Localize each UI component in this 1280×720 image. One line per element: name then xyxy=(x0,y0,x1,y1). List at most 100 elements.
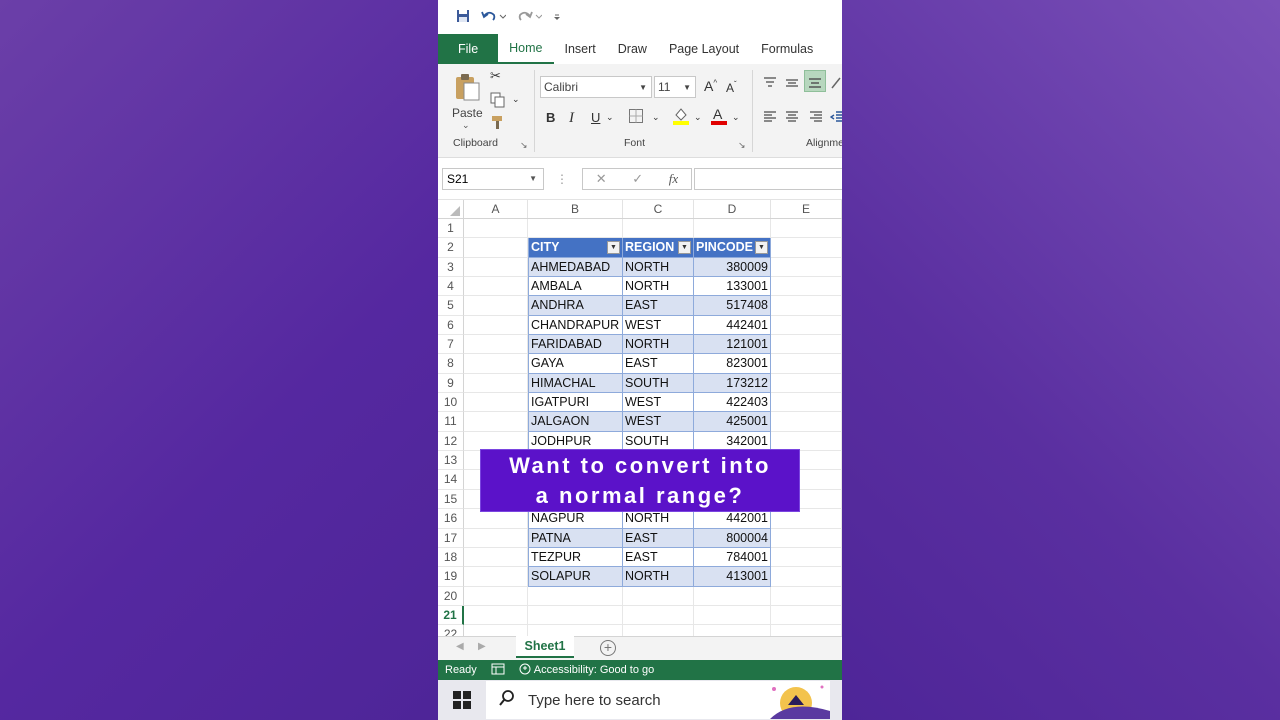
cell[interactable] xyxy=(771,509,842,529)
cell[interactable] xyxy=(771,277,842,297)
table-header-cell[interactable]: REGION ▼ xyxy=(623,238,694,258)
table-cell-pincode[interactable]: 442001 xyxy=(694,509,771,529)
table-cell-city[interactable]: CHANDRAPUR xyxy=(528,315,623,336)
table-cell-pincode[interactable]: 173212 xyxy=(694,373,771,394)
tab-page-layout[interactable]: Page Layout xyxy=(658,34,750,64)
tab-home[interactable]: Home xyxy=(498,34,554,64)
cell[interactable] xyxy=(771,296,842,316)
cell[interactable] xyxy=(771,238,842,258)
tab-insert[interactable]: Insert xyxy=(554,34,607,64)
tab-formulas[interactable]: Formulas xyxy=(750,34,824,64)
paste-dropdown-icon[interactable]: ⌄ xyxy=(462,120,470,131)
paste-button[interactable] xyxy=(452,72,482,105)
table-cell-pincode[interactable]: 133001 xyxy=(694,277,771,297)
cell[interactable] xyxy=(771,315,842,336)
column-header-c[interactable]: C xyxy=(623,200,694,218)
tab-draw[interactable]: Draw xyxy=(607,34,658,64)
table-cell-region[interactable]: WEST xyxy=(623,393,694,413)
table-cell-city[interactable]: GAYA xyxy=(528,354,623,374)
cell[interactable] xyxy=(771,412,842,432)
borders-icon[interactable] xyxy=(628,108,644,127)
table-cell-pincode[interactable]: 422403 xyxy=(694,393,771,413)
table-cell-pincode[interactable]: 442401 xyxy=(694,315,771,336)
cell[interactable] xyxy=(464,335,528,355)
macro-record-icon[interactable] xyxy=(491,663,505,678)
decrease-indent-icon[interactable] xyxy=(829,110,842,127)
more-options-icon[interactable]: ⋮ xyxy=(556,172,568,186)
cell[interactable] xyxy=(464,528,528,548)
align-center-icon[interactable] xyxy=(784,110,800,127)
align-right-icon[interactable] xyxy=(808,110,824,127)
italic-button[interactable]: I xyxy=(569,110,574,127)
cell[interactable] xyxy=(694,605,771,626)
filter-dropdown-icon[interactable]: ▼ xyxy=(755,241,768,255)
table-cell-city[interactable]: IGATPURI xyxy=(528,393,623,413)
decrease-font-size-icon[interactable]: Aˇ xyxy=(726,80,737,95)
customize-qat-icon[interactable] xyxy=(552,10,562,25)
table-cell-region[interactable]: WEST xyxy=(623,412,694,432)
row-header[interactable]: 15 xyxy=(438,489,464,510)
cell[interactable] xyxy=(464,354,528,374)
row-header[interactable]: 16 xyxy=(438,509,464,529)
cell[interactable] xyxy=(623,219,694,239)
filter-dropdown-icon[interactable]: ▼ xyxy=(678,241,691,255)
increase-font-size-icon[interactable]: A^ xyxy=(704,78,717,94)
fill-color-dropdown-icon[interactable]: ⌄ xyxy=(694,112,702,123)
cell[interactable] xyxy=(623,605,694,626)
cell[interactable] xyxy=(464,315,528,336)
filter-dropdown-icon[interactable]: ▼ xyxy=(607,241,620,255)
row-header[interactable]: 19 xyxy=(438,567,464,587)
clipboard-launcher-icon[interactable]: ↘ xyxy=(520,140,528,151)
row-header[interactable]: 5 xyxy=(438,296,464,316)
cell[interactable] xyxy=(771,605,842,626)
cell[interactable] xyxy=(771,354,842,374)
table-cell-pincode[interactable]: 784001 xyxy=(694,547,771,568)
column-header-b[interactable]: B xyxy=(528,200,623,218)
cell[interactable] xyxy=(528,219,623,239)
fill-color-icon[interactable] xyxy=(672,106,690,129)
underline-dropdown-icon[interactable]: ⌄ xyxy=(606,112,614,123)
row-header[interactable]: 20 xyxy=(438,586,464,606)
cell[interactable] xyxy=(771,219,842,239)
row-header[interactable]: 8 xyxy=(438,354,464,374)
row-header[interactable]: 11 xyxy=(438,412,464,432)
cell[interactable] xyxy=(771,373,842,394)
cell[interactable] xyxy=(771,528,842,548)
table-cell-city[interactable]: HIMACHAL xyxy=(528,373,623,394)
accessibility-status[interactable]: Accessibility: Good to go xyxy=(519,663,654,678)
row-header[interactable]: 4 xyxy=(438,277,464,297)
column-header-a[interactable]: A xyxy=(464,200,528,218)
underline-button[interactable]: U xyxy=(591,110,600,125)
cell[interactable] xyxy=(771,393,842,413)
column-header-d[interactable]: D xyxy=(694,200,771,218)
row-header[interactable]: 7 xyxy=(438,335,464,355)
table-cell-city[interactable]: NAGPUR xyxy=(528,509,623,529)
select-all-button[interactable] xyxy=(438,200,464,218)
copy-dropdown-icon[interactable]: ⌄ xyxy=(512,94,520,105)
cell[interactable] xyxy=(694,219,771,239)
table-cell-pincode[interactable]: 823001 xyxy=(694,354,771,374)
table-cell-pincode[interactable]: 413001 xyxy=(694,567,771,587)
row-header[interactable]: 13 xyxy=(438,451,464,471)
font-color-icon[interactable]: A xyxy=(710,106,728,129)
borders-dropdown-icon[interactable]: ⌄ xyxy=(652,112,660,123)
row-header[interactable]: 1 xyxy=(438,219,464,239)
cell[interactable] xyxy=(464,547,528,568)
table-cell-city[interactable]: PATNA xyxy=(528,528,623,548)
cell[interactable] xyxy=(464,219,528,239)
cancel-icon[interactable]: ✕ xyxy=(596,171,607,187)
table-cell-pincode[interactable]: 800004 xyxy=(694,528,771,548)
font-launcher-icon[interactable]: ↘ xyxy=(738,140,746,151)
scroll-left-icon[interactable]: ◀ xyxy=(456,641,464,652)
cell[interactable] xyxy=(528,586,623,606)
bold-button[interactable]: B xyxy=(546,110,555,125)
table-cell-city[interactable]: SOLAPUR xyxy=(528,567,623,587)
table-cell-region[interactable]: NORTH xyxy=(623,567,694,587)
row-header[interactable]: 18 xyxy=(438,547,464,568)
row-header[interactable]: 2 xyxy=(438,238,464,258)
font-color-dropdown-icon[interactable]: ⌄ xyxy=(732,112,740,123)
table-cell-region[interactable]: SOUTH xyxy=(623,373,694,394)
cell[interactable] xyxy=(464,296,528,316)
table-cell-city[interactable]: TEZPUR xyxy=(528,547,623,568)
table-cell-city[interactable]: AMBALA xyxy=(528,277,623,297)
